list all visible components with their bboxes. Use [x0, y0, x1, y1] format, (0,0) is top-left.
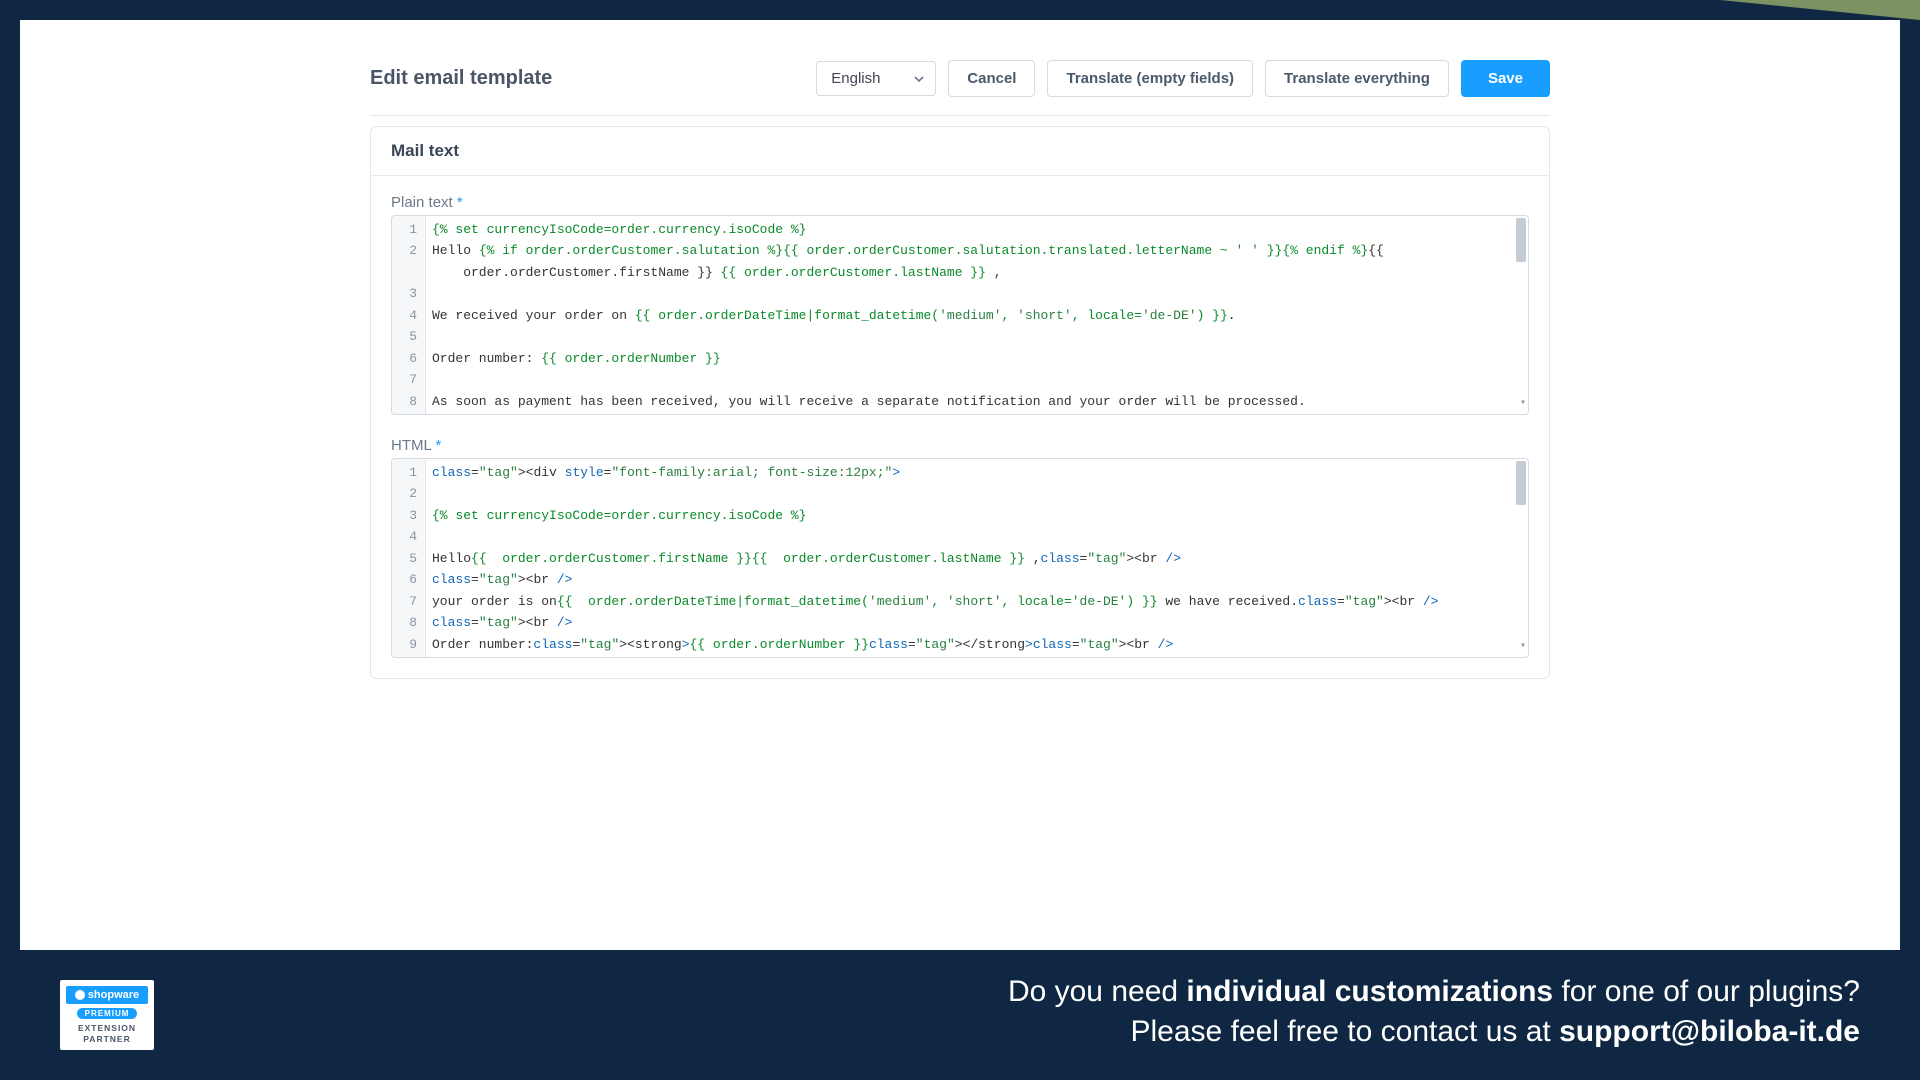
premium-pill: PREMIUM	[77, 1008, 138, 1019]
cancel-button[interactable]: Cancel	[948, 60, 1035, 97]
footer-line-1: Do you need individual customizations fo…	[1008, 975, 1860, 1009]
partner-badge: shopware PREMIUM EXTENSION PARTNER	[60, 980, 154, 1049]
translate-empty-button[interactable]: Translate (empty fields)	[1047, 60, 1253, 97]
plain-text-gutter: 12345678910111213141516	[392, 216, 426, 414]
plain-text-code[interactable]: {% set currencyIsoCode=order.currency.is…	[426, 216, 1528, 414]
corner-accent	[1720, 0, 1920, 20]
badge-subline: EXTENSION PARTNER	[78, 1023, 136, 1043]
email-template-panel: Edit email template English Cancel Trans…	[370, 60, 1550, 679]
page-title: Edit email template	[370, 67, 552, 90]
scroll-down-icon[interactable]: ▾	[1520, 639, 1526, 656]
html-label: HTML *	[391, 437, 1529, 454]
html-editor[interactable]: 12345678910111213141516 class="tag"><div…	[391, 458, 1529, 658]
translate-all-button[interactable]: Translate everything	[1265, 60, 1449, 97]
html-gutter: 12345678910111213141516	[392, 459, 426, 657]
footer-text: Do you need individual customizations fo…	[1008, 975, 1860, 1055]
html-code[interactable]: class="tag"><div style="font-family:aria…	[426, 459, 1528, 657]
language-selected-value: English	[831, 70, 880, 87]
card-body: Plain text * 12345678910111213141516 {% …	[371, 176, 1549, 678]
header-row: Edit email template English Cancel Trans…	[370, 60, 1550, 116]
chevron-down-icon	[913, 73, 925, 85]
app-frame: Edit email template English Cancel Trans…	[20, 20, 1900, 950]
save-button[interactable]: Save	[1461, 60, 1550, 97]
plain-text-label: Plain text *	[391, 194, 1529, 211]
footer-line-2: Please feel free to contact us at suppor…	[1008, 1015, 1860, 1049]
language-select[interactable]: English	[816, 61, 936, 96]
shopware-icon	[75, 990, 85, 1000]
card-title: Mail text	[371, 127, 1549, 176]
mail-text-card: Mail text Plain text * 12345678910111213…	[370, 126, 1550, 679]
shopware-logo: shopware	[66, 986, 148, 1004]
scrollbar[interactable]	[1516, 218, 1526, 412]
scroll-down-icon[interactable]: ▾	[1520, 396, 1526, 413]
scrollbar[interactable]	[1516, 461, 1526, 655]
scroll-thumb[interactable]	[1516, 218, 1526, 262]
plain-text-editor[interactable]: 12345678910111213141516 {% set currencyI…	[391, 215, 1529, 415]
scroll-thumb[interactable]	[1516, 461, 1526, 505]
footer-bar: shopware PREMIUM EXTENSION PARTNER Do yo…	[0, 950, 1920, 1080]
